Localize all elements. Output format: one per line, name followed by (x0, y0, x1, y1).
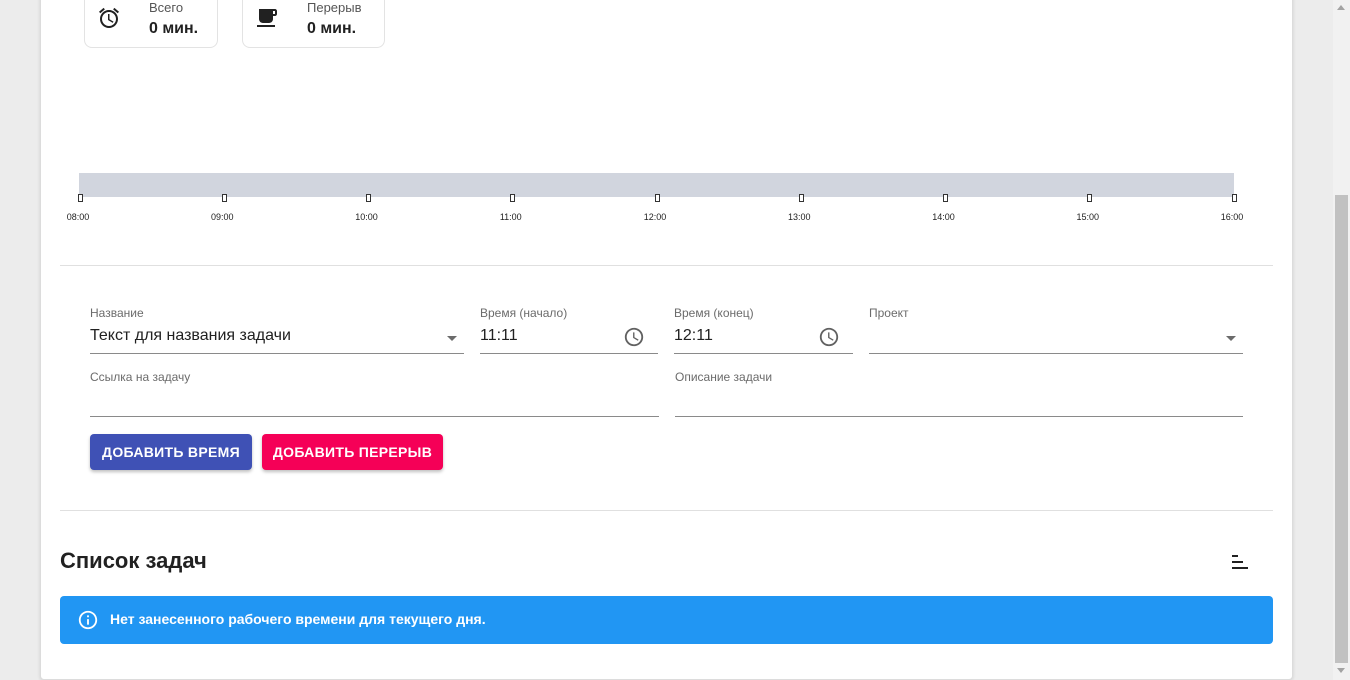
add-break-button[interactable]: ДОБАВИТЬ ПЕРЕРЫВ (262, 434, 443, 470)
clock-icon[interactable] (623, 326, 645, 348)
empty-tasks-message: Нет занесенного рабочего времени для тек… (110, 611, 486, 627)
task-name-field[interactable]: Название Текст для названия задачи (90, 306, 464, 354)
timeline-tick (943, 194, 948, 202)
chevron-down-icon[interactable] (447, 336, 457, 341)
timeline-hour-label: 16:00 (1220, 212, 1244, 222)
start-time-label: Время (начало) (480, 306, 568, 320)
timeline-tick (221, 194, 227, 202)
chevron-down-icon[interactable] (1226, 336, 1236, 341)
timeline-tick (366, 194, 371, 202)
divider (60, 510, 1273, 511)
info-icon (78, 610, 98, 630)
task-list-title: Список задач (60, 548, 207, 573)
total-time-value: 0 мин. (149, 20, 199, 37)
coffee-cup-icon (257, 9, 277, 27)
timeline-hour-label: 11:00 (499, 212, 522, 222)
timeline-tick (1231, 194, 1237, 202)
clock-icon[interactable] (818, 326, 840, 348)
start-time-value[interactable]: 11:11 (480, 327, 518, 345)
timeline-hour-label: 12:00 (643, 212, 667, 222)
break-time-label: Перерыв (307, 0, 362, 15)
timeline-hour-label: 15:00 (1076, 212, 1100, 222)
task-link-field[interactable]: Ссылка на задачу (90, 370, 659, 418)
scrollbar-thumb[interactable] (1335, 195, 1348, 663)
sort-icon[interactable] (1228, 550, 1252, 574)
project-field[interactable]: Проект (869, 306, 1243, 354)
timeline-hour-label: 09:00 (210, 212, 234, 222)
end-time-field[interactable]: Время (конец) 12:11 (674, 306, 853, 354)
task-name-value[interactable]: Текст для названия задачи (90, 327, 291, 345)
task-name-label: Название (90, 306, 144, 320)
task-link-label: Ссылка на задачу (90, 370, 191, 384)
timeline-tick (798, 194, 804, 202)
timeline-hour-label: 08:00 (66, 212, 90, 222)
timeline-hour-label: 14:00 (932, 212, 955, 222)
timeline-tick (1087, 194, 1093, 202)
timeline-tick (654, 194, 660, 202)
break-time-value: 0 мин. (307, 20, 357, 37)
timeline-tick (510, 194, 516, 202)
page-scrollbar[interactable] (1333, 0, 1350, 680)
task-description-label: Описание задачи (675, 370, 773, 384)
scroll-up-icon[interactable] (1337, 5, 1345, 10)
scroll-down-icon[interactable] (1337, 668, 1345, 673)
alarm-clock-icon (99, 7, 119, 28)
empty-tasks-alert: Нет занесенного рабочего времени для тек… (60, 596, 1273, 644)
project-label: Проект (869, 306, 909, 320)
end-time-label: Время (конец) (674, 306, 754, 320)
timeline-hour-label: 13:00 (787, 212, 811, 222)
task-description-field[interactable]: Описание задачи (675, 370, 1243, 418)
total-time-label: Всего (149, 0, 184, 15)
break-time-card: Перерыв 0 мин. (242, 0, 385, 48)
end-time-value[interactable]: 12:11 (674, 327, 713, 345)
add-time-button[interactable]: ДОБАВИТЬ ВРЕМЯ (90, 434, 252, 470)
start-time-field[interactable]: Время (начало) 11:11 (480, 306, 658, 354)
timeline-tick (77, 194, 83, 202)
total-time-card: Всего 0 мин. (84, 0, 218, 48)
timeline-hour-label: 10:00 (355, 212, 378, 222)
divider (60, 265, 1273, 266)
